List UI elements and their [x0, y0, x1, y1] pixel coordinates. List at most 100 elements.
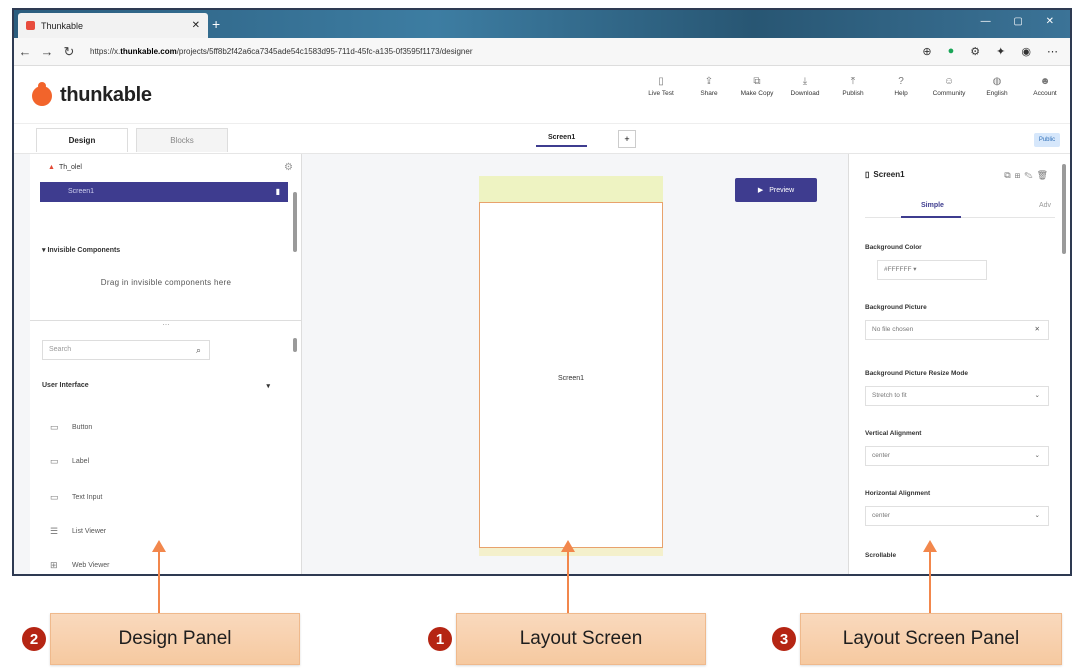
- menu-label: Account: [1033, 90, 1057, 97]
- tab-blocks[interactable]: Blocks: [136, 128, 228, 152]
- favicon-icon: [26, 21, 35, 30]
- properties-scrollbar[interactable]: [1062, 164, 1066, 254]
- clear-icon[interactable]: ✕: [1035, 321, 1040, 339]
- category-user-interface[interactable]: User Interface ▾: [42, 382, 270, 390]
- extension-green-icon[interactable]: ●: [948, 45, 955, 58]
- callout-layout-screen: Layout Screen: [456, 613, 706, 665]
- download-icon: ⤓: [802, 76, 808, 87]
- design-panel: ▲ Th_olel ⚙ Screen1 ▮ ▾ Invisible Compon…: [30, 154, 302, 574]
- resize-mode-select[interactable]: Stretch to fit ⌄: [865, 386, 1049, 406]
- menu-download[interactable]: ⤓ Download: [786, 76, 824, 97]
- layout-screen-leader-line: [567, 550, 569, 614]
- invisible-components-hint: Drag in invisible components here: [100, 278, 232, 287]
- menu-publish[interactable]: ⤒ Publish: [834, 76, 872, 97]
- screen-selector[interactable]: Screen1: [536, 130, 588, 147]
- settings-gear-icon[interactable]: ⚙: [284, 162, 293, 173]
- chevron-down-icon: ▾: [266, 383, 270, 390]
- lock-icon[interactable]: ▮: [276, 182, 280, 202]
- puzzle-icon[interactable]: ✦: [996, 45, 1005, 58]
- prop-label-vertical-alignment: Vertical Alignment: [865, 430, 922, 437]
- vertical-alignment-select[interactable]: center ⌄: [865, 446, 1049, 466]
- callout-number-1: 1: [428, 627, 452, 651]
- browser-tab-title: Thunkable: [41, 20, 84, 31]
- component-label: Button: [72, 424, 93, 431]
- component-text-input[interactable]: ▭ Text Input: [50, 492, 102, 503]
- horizontal-alignment-select[interactable]: center ⌄: [865, 506, 1049, 526]
- app-header: thunkable ▯ Live Test ⇪ Share ⧉ Make Copy ⤓…: [14, 66, 1070, 124]
- menu-account[interactable]: ☻ Account: [1026, 76, 1064, 97]
- component-label: Text Input: [72, 494, 103, 501]
- active-tab-underline: [901, 216, 961, 218]
- design-panel-arrow-icon: [152, 540, 166, 552]
- window-controls[interactable]: — ▢ ✕: [981, 16, 1064, 27]
- menu-share[interactable]: ⇪ Share: [690, 76, 728, 97]
- preview-button[interactable]: ▶ Preview: [735, 178, 817, 202]
- invisible-components-heading[interactable]: ▾ Invisible Components: [42, 246, 120, 254]
- top-menu: ▯ Live Test ⇪ Share ⧉ Make Copy ⤓ Download ⤒…: [642, 76, 1064, 97]
- palette-scrollbar[interactable]: [293, 338, 297, 352]
- menu-live-test[interactable]: ▯ Live Test: [642, 76, 680, 97]
- tab-advanced[interactable]: Adv: [1039, 202, 1051, 209]
- background-picture-field[interactable]: No file chosen ✕: [865, 320, 1049, 340]
- screen-icon: ▯: [865, 170, 870, 179]
- translate-icon[interactable]: ⊕: [922, 45, 931, 58]
- browser-window: Thunkable ✕ + — ▢ ✕ ← → ↻ https://x.thun…: [12, 8, 1072, 576]
- button-component-icon: ▭: [50, 422, 59, 432]
- component-label: Label: [72, 458, 90, 465]
- back-icon[interactable]: ←: [14, 44, 36, 59]
- properties-title-text: Screen1: [873, 170, 905, 179]
- component-label: List Viewer: [72, 528, 107, 535]
- public-badge[interactable]: Public: [1034, 133, 1060, 147]
- list-viewer-component-icon: ☰: [50, 526, 59, 536]
- component-list-viewer[interactable]: ☰ List Viewer: [50, 526, 106, 537]
- layout-screen[interactable]: Screen1: [479, 202, 663, 548]
- component-web-viewer[interactable]: ⊞ Web Viewer: [50, 560, 109, 571]
- workspace: ▲ Th_olel ⚙ Screen1 ▮ ▾ Invisible Compon…: [14, 154, 1070, 574]
- address-bar[interactable]: https://x.thunkable.com/projects/5ff8b2f…: [90, 47, 730, 56]
- menu-icon[interactable]: ⋯: [1047, 45, 1058, 58]
- component-search-input[interactable]: Search ⌕: [42, 340, 210, 360]
- url-path: /projects/5ff8b2f42a6ca7345ade54c1583d95…: [176, 47, 473, 56]
- tab-design[interactable]: Design: [36, 128, 128, 152]
- tree-scrollbar[interactable]: [293, 192, 297, 252]
- panel-resize-handle[interactable]: ⋯: [30, 320, 302, 330]
- new-tab-button[interactable]: +: [212, 16, 220, 32]
- gear-icon[interactable]: ⚙: [970, 45, 980, 58]
- browser-tab[interactable]: Thunkable ✕: [18, 13, 208, 38]
- callout-layout-screen-panel: Layout Screen Panel: [800, 613, 1062, 665]
- play-icon: ▶: [757, 187, 764, 194]
- resize-mode-value: Stretch to fit: [872, 392, 907, 399]
- thunkable-logo-icon: [32, 81, 52, 106]
- menu-label: English: [986, 90, 1008, 97]
- reload-icon[interactable]: ↻: [58, 44, 80, 60]
- share-icon: ⇪: [704, 76, 714, 87]
- callout-design-panel: Design Panel: [50, 613, 300, 665]
- prop-label-background-picture: Background Picture: [865, 304, 927, 311]
- background-color-picker[interactable]: #FFFFFF ▾: [877, 260, 987, 280]
- menu-help[interactable]: ? Help: [882, 76, 920, 97]
- account-icon: ☻: [1039, 76, 1051, 87]
- component-tree-screen[interactable]: Screen1 ▮: [40, 182, 288, 202]
- properties-actions[interactable]: ⧉⊞✎🗑: [1004, 170, 1052, 181]
- menu-make-copy[interactable]: ⧉ Make Copy: [738, 76, 776, 97]
- component-button[interactable]: ▭ Button: [50, 422, 92, 433]
- chevron-down-icon: ⌄: [1034, 512, 1040, 519]
- screen-item-label: Screen1: [68, 188, 95, 195]
- menu-english[interactable]: ◍ English: [978, 76, 1016, 97]
- text-input-component-icon: ▭: [50, 492, 59, 502]
- chevron-down-icon: ⌄: [1034, 452, 1040, 459]
- layout-screen-panel: ▯ Screen1 ⧉⊞✎🗑 Simple Adv Background Col…: [848, 154, 1070, 574]
- forward-icon[interactable]: →: [36, 44, 58, 59]
- layout-screen-panel-leader-line: [929, 550, 931, 614]
- menu-label: Help: [894, 90, 908, 97]
- profile-icon[interactable]: ◉: [1021, 45, 1031, 58]
- web-viewer-component-icon: ⊞: [50, 560, 58, 570]
- thunkable-logo[interactable]: thunkable: [32, 81, 152, 107]
- tab-simple[interactable]: Simple: [921, 202, 944, 209]
- menu-label: Community: [932, 90, 966, 97]
- close-tab-icon[interactable]: ✕: [192, 20, 200, 31]
- add-screen-button[interactable]: +: [618, 130, 636, 148]
- prop-label-scrollable: Scrollable: [865, 552, 897, 559]
- menu-community[interactable]: ☺ Community: [930, 76, 968, 97]
- component-label[interactable]: ▭ Label: [50, 456, 89, 467]
